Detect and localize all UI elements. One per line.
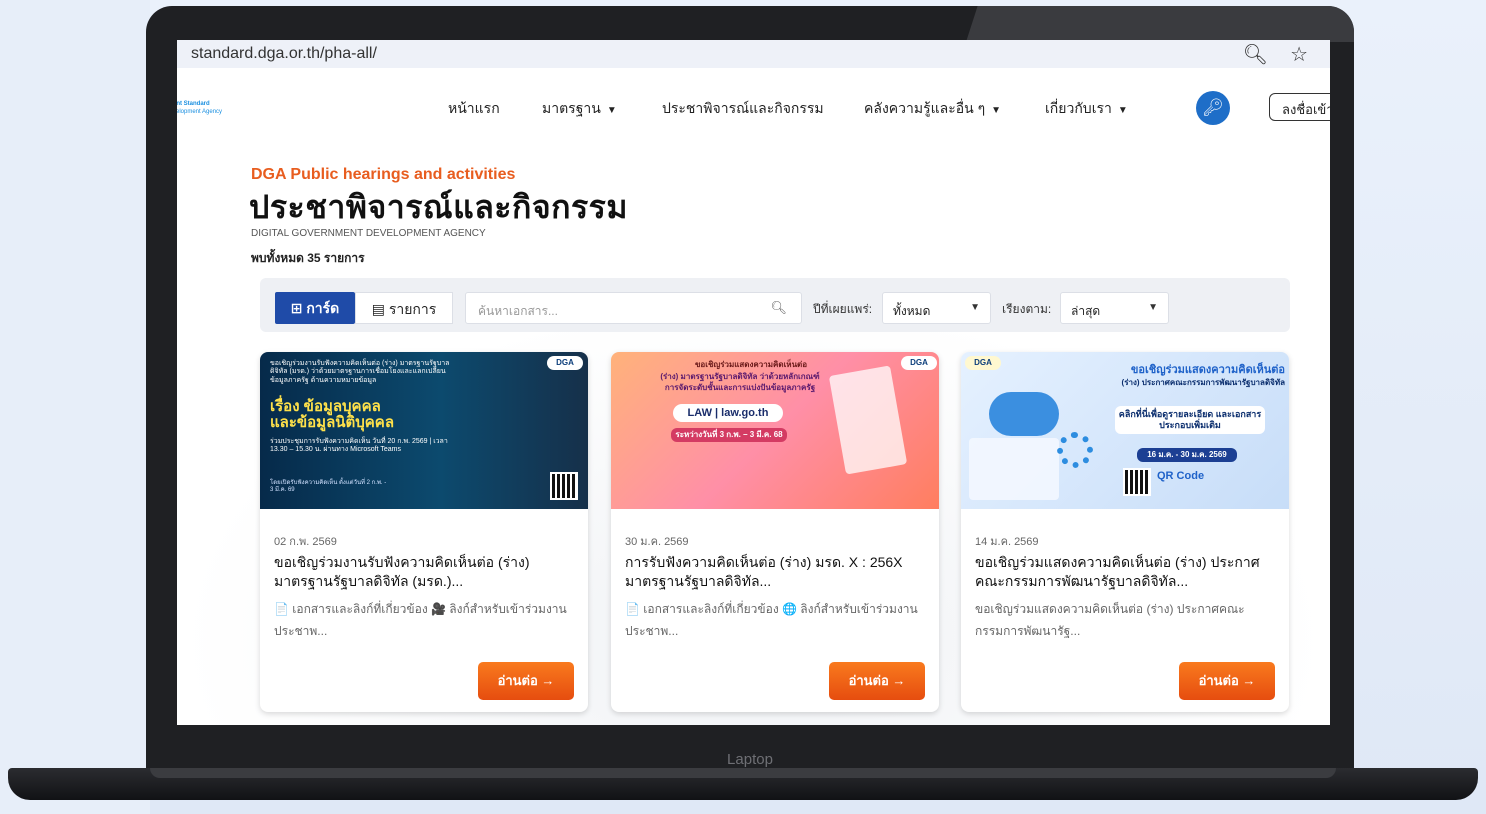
page-background [0,0,150,814]
zoom-out-icon[interactable]: 🔍︎ [1243,42,1268,67]
search-placeholder: ค้นหาเอกสาร... [478,304,558,318]
caret-down-icon: ▼ [606,105,617,116]
nav-item-label: เกี่ยวกับเรา [1045,100,1112,116]
search-input[interactable]: ค้นหาเอกสาร... 🔍︎ [465,292,802,324]
card-image-headline: (ร่าง) มาตรฐานรัฐบาลดิจิทัล ว่าด้วยหลักเ… [660,372,820,381]
card-image[interactable]: ขอเชิญร่วมงานรับฟังความคิดเห็นต่อ (ร่าง)… [260,352,588,509]
nav-item-about[interactable]: เกี่ยวกับเรา ▼ [1045,98,1128,120]
card-item[interactable]: ขอเชิญร่วมงานรับฟังความคิดเห็นต่อ (ร่าง)… [260,352,588,712]
card-date: 14 ม.ค. 2569 [975,536,1039,548]
nav-item-knowledge[interactable]: คลังความรู้และอื่น ๆ ▼ [864,98,1001,120]
browser-screen: standard.dga.or.th/pha-all/ 🔍︎ ☆ ent Sta… [177,40,1330,725]
card-date: 02 ก.พ. 2569 [274,536,337,548]
logo-text-line2: velopment Agency [177,109,223,115]
card-image-detail: LAW | law.go.th [673,404,783,422]
agency-name: DIGITAL GOVERNMENT DEVELOPMENT AGENCY [251,228,486,239]
card-description: 📄 เอกสารและลิงก์ที่เกี่ยวข้อง 🎥 ลิงก์สำห… [274,602,567,638]
card-image-headline: (ร่าง) ประกาศคณะกรรมการพัฒนารัฐบาลดิจิทั… [1121,378,1285,387]
card-image-detail: 16 ม.ค. - 30 ม.ค. 2569 [1137,448,1237,462]
nav-item-label: หน้าแรก [448,100,500,116]
result-count: พบทั้งหมด 35 รายการ [251,251,365,265]
view-card-button[interactable]: ⊞ การ์ด [275,292,355,324]
server-illustration [969,438,1059,500]
card-image-headline: และข้อมูลนิติบุคคล [270,414,395,431]
dga-badge: DGA [901,356,937,370]
card-image[interactable]: ขอเชิญร่วมแสดงความคิดเห็นต่อ (ร่าง) มาตร… [611,352,939,509]
nav-item-public-hearings[interactable]: ประชาพิจารณ์และกิจกรรม [662,98,824,120]
year-filter-label: ปีที่เผยแพร่: [813,302,873,316]
card-image-footer: โดยเปิดรับฟังความคิดเห็น ตั้งแต่วันที่ 2… [270,480,387,494]
star-icon[interactable]: ☆ [1290,42,1308,67]
sort-select[interactable]: ล่าสุด ▼ [1060,292,1169,324]
card-image-detail: ร่วมประชุมการรับฟังความคิดเห็น วันที่ 20… [270,438,448,454]
site-logo[interactable]: ent Standard velopment Agency [177,100,222,116]
card-description: 📄 เอกสารและลิงก์ที่เกี่ยวข้อง 🌐 ลิงก์สำห… [625,602,918,638]
folder-illustration [828,365,908,475]
search-icon[interactable]: 🔍︎ [770,300,787,316]
card-image-top-text: ขอเชิญร่วมงานรับฟังความคิดเห็นต่อ (ร่าง)… [270,360,450,384]
year-select[interactable]: ทั้งหมด ▼ [882,292,991,324]
card-image[interactable]: ขอเชิญร่วมแสดงความคิดเห็นต่อ (ร่าง) ประก… [961,352,1289,509]
filter-bar: ⊞ การ์ด ▤ รายการ ค้นหาเอกสาร... 🔍︎ ปีที่… [260,278,1290,332]
sort-select-value: ล่าสุด [1071,304,1101,318]
card-item[interactable]: ขอเชิญร่วมแสดงความคิดเห็นต่อ (ร่าง) ประก… [961,352,1289,712]
nav-item-standards[interactable]: มาตรฐาน ▼ [542,98,617,120]
read-more-button[interactable]: อ่านต่อ → [478,662,574,700]
sort-label: เรียงตาม: [1002,302,1052,316]
card-title[interactable]: ขอเชิญร่วมแสดงความคิดเห็นต่อ (ร่าง) ประก… [975,553,1275,591]
card-description: ขอเชิญร่วมแสดงความคิดเห็นต่อ (ร่าง) ประก… [975,602,1245,638]
login-button[interactable]: ลงชื่อเข้าใ [1269,93,1330,121]
nav-item-home[interactable]: หน้าแรก [448,98,500,120]
nav-item-label: ประชาพิจารณ์และกิจกรรม [662,100,824,116]
card-date: 30 ม.ค. 2569 [625,536,689,548]
caret-down-icon: ▼ [970,302,980,313]
card-image-footer: QR Code [1157,470,1205,482]
laptop-label: Laptop [727,751,773,768]
caret-down-icon: ▼ [991,105,1002,116]
cloud-illustration [989,392,1059,436]
view-list-button[interactable]: ▤ รายการ [355,292,453,324]
nav-item-label: มาตรฐาน [542,100,601,116]
card-item[interactable]: ขอเชิญร่วมแสดงความคิดเห็นต่อ (ร่าง) มาตร… [611,352,939,712]
card-title[interactable]: การรับฟังความคิดเห็นต่อ (ร่าง) มรด. X : … [625,553,925,591]
address-bar[interactable]: standard.dga.or.th/pha-all/ 🔍︎ ☆ [177,40,1330,68]
card-image-top-text: ขอเชิญร่วมแสดงความคิดเห็นต่อ [1130,364,1285,376]
card-title[interactable]: ขอเชิญร่วมงานรับฟังความคิดเห็นต่อ (ร่าง)… [274,553,574,591]
page-title: ประชาพิจารณ์และกิจกรรม [249,189,628,225]
main-navigation: ent Standard velopment Agency หน้าแรก มา… [177,90,1330,126]
dga-badge: DGA [547,356,583,370]
key-icon[interactable]: 🔑︎ [1196,91,1230,125]
gear-icon [1057,432,1093,468]
card-image-headline: การจัดระดับชั้นและการแบ่งปันข้อมูลภาครัฐ [664,383,816,392]
card-image-top-text: ขอเชิญร่วมแสดงความคิดเห็นต่อ [694,360,808,369]
nav-item-label: คลังความรู้และอื่น ๆ [864,100,986,116]
laptop-hinge [150,768,1336,778]
url-text[interactable]: standard.dga.or.th/pha-all/ [191,45,377,63]
dga-badge: DGA [965,356,1001,370]
qr-code-icon [550,472,578,500]
card-image-footer: ระหว่างวันที่ 3 ก.พ. – 3 มี.ค. 68 [671,428,787,442]
read-more-button[interactable]: อ่านต่อ → [829,662,925,700]
laptop-lid-reflection [966,6,1354,42]
card-image-headline: คลิกที่นี่เพื่อดูรายละเอียด และเอกสารประ… [1115,406,1265,434]
qr-code-icon [1123,468,1151,496]
year-select-value: ทั้งหมด [893,304,931,318]
read-more-button[interactable]: อ่านต่อ → [1179,662,1275,700]
logo-text-line1: ent Standard [177,101,210,107]
caret-down-icon: ▼ [1117,105,1128,116]
caret-down-icon: ▼ [1148,302,1158,313]
address-bar-icons: 🔍︎ ☆ [1243,42,1308,67]
